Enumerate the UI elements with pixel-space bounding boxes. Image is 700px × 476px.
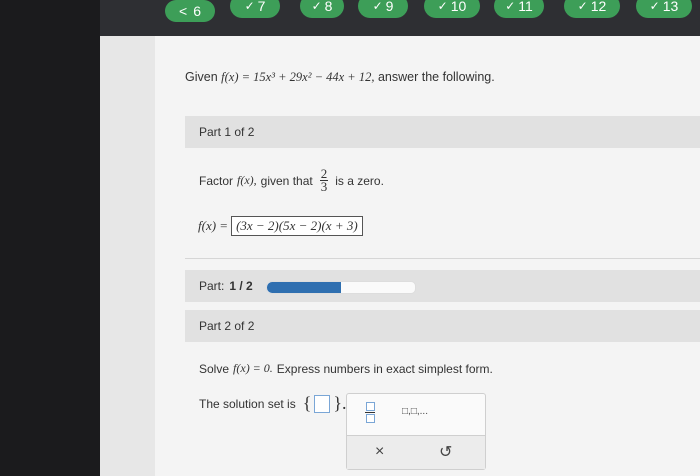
- function-name: f(x),: [237, 173, 257, 187]
- question-6-button[interactable]: < 6: [165, 0, 215, 22]
- part-2-title: Part 2 of 2: [199, 319, 255, 333]
- part-1-instruction: Factor f(x), given that 2 3 is a zero.: [199, 167, 384, 194]
- progress-label: Part:: [199, 279, 225, 293]
- question-11-button[interactable]: ✓ 11: [494, 0, 544, 18]
- fraction-denominator: 3: [320, 179, 328, 194]
- question-number: 10: [450, 0, 467, 14]
- back-chevron-icon[interactable]: <: [179, 3, 187, 19]
- question-number: 8: [324, 0, 333, 14]
- prompt-lead: Given: [185, 70, 218, 84]
- set-open-brace: {: [302, 393, 312, 413]
- question-number: 7: [257, 0, 266, 14]
- fraction-template-icon[interactable]: [365, 402, 375, 423]
- check-icon: ✓: [372, 0, 383, 13]
- answer-lhs: f(x) =: [198, 218, 229, 233]
- check-icon: ✓: [577, 0, 588, 13]
- check-icon: ✓: [649, 0, 660, 13]
- equation: f(x) = 0.: [233, 361, 273, 375]
- instruction-tail: Express numbers in exact simplest form.: [276, 361, 493, 376]
- progress-value: 1 / 2: [229, 279, 253, 293]
- progress-fill: [267, 282, 341, 293]
- question-number: 12: [590, 0, 607, 14]
- instruction-lead: Factor: [199, 173, 234, 188]
- check-icon: ✓: [437, 0, 448, 13]
- question-8-button[interactable]: ✓ 8: [300, 0, 344, 18]
- solution-set-row: The solution set is { }.: [199, 393, 347, 414]
- question-number: 11: [518, 0, 533, 14]
- question-number: 6: [193, 3, 201, 19]
- fraction-bar-icon: [365, 412, 375, 413]
- part-2-header: Part 2 of 2: [185, 310, 700, 342]
- question-number: 13: [662, 0, 679, 14]
- instruction-mid: given that: [260, 173, 313, 188]
- part-2-instruction: Solve f(x) = 0. Express numbers in exact…: [199, 361, 493, 376]
- math-tools-panel: □,□,... × ↺: [346, 393, 486, 470]
- clear-x-icon[interactable]: ×: [375, 443, 384, 461]
- solution-input-field[interactable]: [314, 394, 331, 413]
- part-1-header: Part 1 of 2: [185, 116, 700, 148]
- solution-label: The solution set is: [199, 396, 296, 411]
- factored-answer-field[interactable]: (3x − 2)(5x − 2)(x + 3): [231, 216, 363, 236]
- list-template-icon[interactable]: □,□,...: [402, 406, 428, 417]
- check-icon: ✓: [311, 0, 322, 13]
- question-13-button[interactable]: ✓ 13: [636, 0, 692, 18]
- instruction-tail: is a zero.: [335, 173, 384, 188]
- prompt-tail: answer the following.: [377, 70, 495, 84]
- left-gray-margin: [100, 0, 155, 476]
- question-9-button[interactable]: ✓ 9: [358, 0, 408, 18]
- zero-fraction: 2 3: [319, 167, 329, 194]
- numerator-box-icon: [365, 402, 375, 411]
- part-1-title: Part 1 of 2: [199, 125, 255, 139]
- denominator-box-icon: [365, 414, 375, 423]
- part-progress-bar: Part: 1 / 2: [185, 270, 700, 302]
- part-divider: [185, 258, 700, 259]
- progress-track: [266, 281, 416, 294]
- question-7-button[interactable]: ✓ 7: [230, 0, 280, 18]
- question-number: 9: [385, 0, 394, 14]
- instruction-lead: Solve: [199, 361, 230, 376]
- question-10-button[interactable]: ✓ 10: [424, 0, 480, 18]
- check-icon: ✓: [505, 0, 516, 13]
- part-1-answer-row: f(x) = (3x − 2)(5x − 2)(x + 3): [198, 216, 363, 236]
- undo-icon[interactable]: ↺: [439, 442, 452, 462]
- check-icon: ✓: [244, 0, 255, 13]
- question-prompt: Given f(x) = 15x³ + 29x² − 44x + 12, ans…: [185, 70, 495, 85]
- set-close-brace: }.: [333, 393, 347, 413]
- question-12-button[interactable]: ✓ 12: [564, 0, 620, 18]
- left-dark-panel: [0, 0, 100, 476]
- polynomial-expression: f(x) = 15x³ + 29x² − 44x + 12,: [221, 70, 375, 84]
- tools-action-bar: × ↺: [347, 435, 485, 469]
